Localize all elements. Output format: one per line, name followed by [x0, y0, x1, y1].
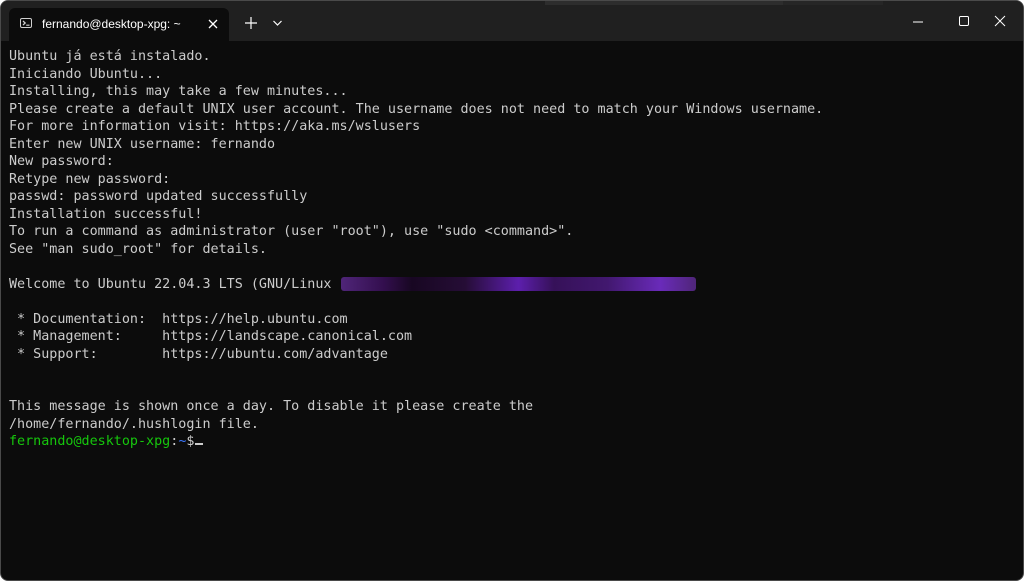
minimize-button[interactable] — [895, 1, 941, 41]
tab-dropdown-button[interactable] — [264, 9, 292, 37]
terminal-line: Enter new UNIX username: fernando — [9, 136, 276, 152]
terminal-line: passwd: password updated successfully — [9, 189, 308, 204]
terminal-line: Ubuntu já está instalado. — [9, 49, 211, 64]
tab-close-icon[interactable] — [203, 14, 223, 34]
welcome-text: Welcome to Ubuntu 22.04.3 LTS (GNU/Linux — [9, 276, 332, 292]
chevron-down-icon — [273, 20, 282, 26]
terminal-line: * Support: https://ubuntu.com/advantage — [9, 346, 388, 362]
terminal-line: For more information visit: https://aka.… — [9, 119, 421, 134]
terminal-output[interactable]: Ubuntu já está instalado. Iniciando Ubun… — [9, 48, 1015, 580]
terminal-line: * Management: https://landscape.canonica… — [9, 329, 413, 344]
terminal-line: New password: — [9, 154, 114, 169]
plus-icon — [245, 17, 257, 29]
close-icon — [994, 15, 1006, 27]
tab-title: fernando@desktop-xpg: ~ — [42, 17, 181, 31]
terminal-line: Please create a default UNIX user accoun… — [9, 101, 824, 117]
shell-prompt[interactable]: fernando@desktop-xpg:~$ — [9, 433, 1015, 451]
new-tab-button[interactable] — [237, 9, 265, 37]
terminal-line: To run a command as administrator (user … — [9, 224, 574, 239]
terminal-line: Installation successful! — [9, 206, 203, 222]
minimize-icon — [913, 21, 923, 23]
terminal-line-welcome: Welcome to Ubuntu 22.04.3 LTS (GNU/Linux — [9, 276, 1015, 294]
title-bar[interactable]: fernando@desktop-xpg: ~ — [1, 1, 1023, 41]
background-window-edge — [783, 1, 883, 5]
close-window-button[interactable] — [977, 1, 1023, 41]
terminal-line: * Documentation: https://help.ubuntu.com — [9, 311, 348, 327]
terminal-line: This message is shown once a day. To dis… — [9, 399, 534, 414]
terminal-icon — [20, 18, 32, 28]
terminal-window: fernando@desktop-xpg: ~ Ubuntu já está i… — [0, 0, 1024, 581]
redacted-kernel-version — [340, 276, 696, 291]
terminal-line: Iniciando Ubuntu... — [9, 66, 163, 82]
tab-terminal[interactable]: fernando@desktop-xpg: ~ — [9, 8, 229, 41]
text-cursor — [195, 443, 204, 445]
terminal-line: See "man sudo_root" for details. — [9, 241, 267, 257]
prompt-user-host: fernando@desktop-xpg — [9, 434, 171, 449]
terminal-line: Installing, this may take a few minutes.… — [9, 84, 348, 99]
background-window-edge — [545, 1, 783, 5]
prompt-symbol: $ — [186, 434, 195, 449]
terminal-line: /home/fernando/.hushlogin file. — [9, 416, 259, 432]
terminal-line: Retype new password: — [9, 171, 171, 187]
